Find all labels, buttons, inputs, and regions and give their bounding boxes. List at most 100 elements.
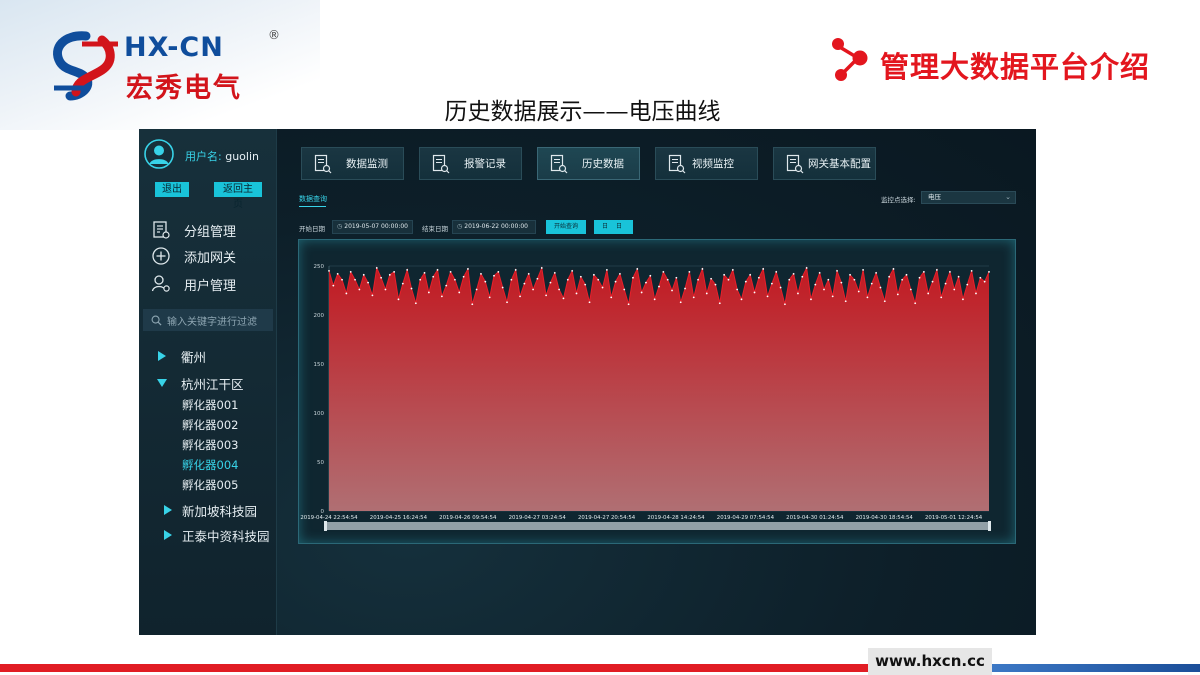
data-point[interactable]	[909, 288, 912, 291]
data-point[interactable]	[336, 272, 339, 275]
data-point[interactable]	[792, 272, 795, 275]
data-point[interactable]	[506, 301, 508, 304]
data-point[interactable]	[619, 272, 621, 275]
data-point[interactable]	[536, 277, 539, 280]
data-point[interactable]	[697, 278, 699, 281]
data-point[interactable]	[775, 270, 778, 273]
data-point[interactable]	[401, 282, 404, 285]
data-point[interactable]	[844, 300, 847, 303]
data-point[interactable]	[831, 295, 834, 298]
data-point[interactable]	[454, 278, 456, 281]
menu-item-group-manage[interactable]: 分组管理	[151, 220, 236, 240]
data-point[interactable]	[718, 302, 721, 305]
tree-leaf-active[interactable]: 孵化器004	[182, 457, 238, 473]
data-point[interactable]	[810, 298, 812, 301]
data-point[interactable]	[519, 295, 521, 298]
data-point[interactable]	[362, 273, 365, 276]
data-point[interactable]	[614, 280, 617, 283]
data-point[interactable]	[341, 278, 343, 281]
data-point[interactable]	[414, 302, 417, 305]
data-point[interactable]	[610, 296, 613, 299]
data-point[interactable]	[975, 292, 977, 295]
data-point[interactable]	[666, 278, 669, 281]
home-button[interactable]: 返回主页	[214, 182, 262, 210]
data-point[interactable]	[471, 303, 474, 306]
data-point[interactable]	[935, 269, 938, 271]
data-point[interactable]	[632, 276, 634, 279]
monitor-point-select[interactable]: 电压 ⌄	[921, 191, 1016, 204]
data-point[interactable]	[705, 292, 708, 295]
data-point[interactable]	[393, 270, 396, 273]
data-point[interactable]	[970, 270, 973, 272]
nav-gateway-config[interactable]: 网关基本配置	[773, 147, 876, 180]
data-point[interactable]	[328, 270, 330, 272]
data-point[interactable]	[445, 284, 448, 287]
nav-alarm-records[interactable]: 报警记录	[419, 147, 522, 180]
data-point[interactable]	[488, 296, 491, 299]
menu-item-add-gateway[interactable]: 添加网关	[151, 246, 236, 266]
data-point[interactable]	[640, 291, 643, 294]
data-point[interactable]	[688, 270, 691, 273]
data-point[interactable]	[766, 295, 769, 298]
data-point[interactable]	[658, 285, 660, 288]
data-point[interactable]	[623, 288, 626, 291]
data-point[interactable]	[731, 269, 734, 271]
data-point[interactable]	[840, 281, 843, 284]
data-point[interactable]	[427, 291, 430, 294]
data-point[interactable]	[480, 272, 482, 275]
data-point[interactable]	[857, 290, 860, 293]
data-point[interactable]	[940, 296, 943, 299]
data-point[interactable]	[532, 288, 534, 291]
data-point[interactable]	[380, 276, 383, 279]
data-point[interactable]	[988, 270, 990, 273]
tree-leaf[interactable]: 孵化器001	[182, 397, 238, 413]
tree-node-quzhou[interactable]: 衢州	[157, 347, 206, 365]
data-point[interactable]	[597, 278, 600, 281]
data-point[interactable]	[645, 281, 647, 284]
data-point[interactable]	[549, 281, 552, 284]
data-point[interactable]	[949, 270, 951, 273]
tree-node-singapore-park[interactable]: 新加坡科技园	[163, 501, 257, 519]
data-point[interactable]	[888, 275, 891, 278]
data-point[interactable]	[866, 296, 869, 299]
menu-item-user-manage[interactable]: 用户管理	[151, 274, 236, 294]
data-point[interactable]	[627, 303, 630, 306]
data-point[interactable]	[584, 283, 587, 286]
tree-node-chint-park[interactable]: 正泰中资科技园	[163, 526, 270, 544]
data-point[interactable]	[514, 269, 517, 271]
data-point[interactable]	[753, 291, 756, 294]
data-point[interactable]	[788, 278, 791, 281]
nav-video-monitor[interactable]: 视频监控	[655, 147, 758, 180]
data-point[interactable]	[797, 292, 799, 295]
data-point[interactable]	[784, 303, 786, 306]
data-point[interactable]	[931, 280, 934, 283]
data-point[interactable]	[436, 269, 439, 271]
data-point[interactable]	[875, 271, 878, 274]
data-point[interactable]	[710, 277, 713, 280]
data-point[interactable]	[510, 278, 513, 281]
nav-data-monitor[interactable]: 数据监测	[301, 147, 404, 180]
tree-leaf[interactable]: 孵化器005	[182, 477, 238, 493]
data-point[interactable]	[388, 273, 391, 276]
data-point[interactable]	[957, 275, 960, 278]
data-point[interactable]	[814, 283, 817, 286]
data-point[interactable]	[896, 293, 899, 296]
data-point[interactable]	[349, 270, 352, 273]
data-point[interactable]	[862, 269, 864, 271]
data-point[interactable]	[979, 276, 982, 279]
data-point[interactable]	[727, 278, 730, 281]
calendar-button[interactable]: 日 日	[594, 220, 633, 234]
data-point[interactable]	[562, 297, 565, 300]
end-date-input[interactable]: ◷ 2019-06-22 00:00:00	[452, 220, 536, 234]
data-point[interactable]	[523, 282, 526, 285]
data-point[interactable]	[870, 282, 873, 285]
nav-history-data[interactable]: 历史数据	[537, 147, 640, 180]
zoom-slider-handle-left[interactable]	[324, 521, 327, 531]
data-point[interactable]	[558, 288, 561, 291]
data-point[interactable]	[883, 300, 886, 303]
data-point[interactable]	[675, 276, 678, 279]
tree-leaf[interactable]: 孵化器002	[182, 417, 238, 433]
data-point[interactable]	[692, 296, 695, 299]
logout-button[interactable]: 退出	[155, 182, 189, 197]
data-point[interactable]	[636, 268, 639, 270]
